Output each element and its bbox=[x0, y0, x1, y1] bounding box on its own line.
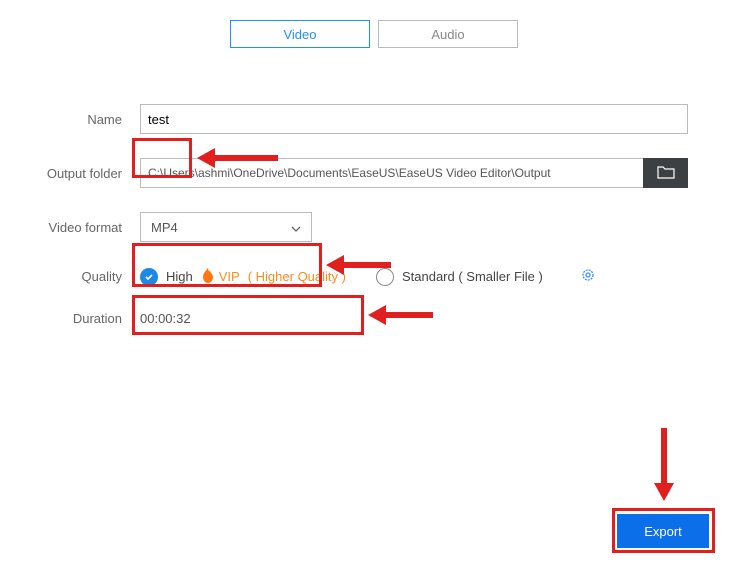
quality-high-text: High bbox=[166, 269, 193, 284]
label-output-folder: Output folder bbox=[0, 166, 122, 181]
row-video-format: Video format MP4 bbox=[0, 212, 733, 242]
name-input[interactable] bbox=[140, 104, 688, 134]
vip-badge: VIP bbox=[219, 269, 240, 284]
quality-settings-button[interactable] bbox=[579, 266, 597, 287]
tab-video[interactable]: Video bbox=[230, 20, 370, 48]
label-name: Name bbox=[0, 112, 122, 127]
duration-value: 00:00:32 bbox=[140, 311, 191, 326]
higher-quality-text: ( Higher Quality ) bbox=[248, 269, 346, 284]
gear-icon bbox=[579, 266, 597, 284]
output-path-input[interactable] bbox=[140, 158, 644, 188]
check-icon bbox=[144, 272, 154, 282]
quality-high-radio[interactable] bbox=[140, 268, 158, 286]
quality-standard-text: Standard ( Smaller File ) bbox=[402, 269, 543, 284]
tab-bar: Video Audio bbox=[230, 20, 733, 48]
folder-icon bbox=[657, 165, 675, 182]
browse-button[interactable] bbox=[643, 158, 688, 188]
flame-icon bbox=[201, 267, 215, 287]
chevron-down-icon bbox=[291, 220, 301, 235]
video-format-select[interactable]: MP4 bbox=[140, 212, 312, 242]
video-format-value: MP4 bbox=[151, 220, 178, 235]
quality-standard-radio[interactable] bbox=[376, 268, 394, 286]
label-duration: Duration bbox=[0, 311, 122, 326]
export-button[interactable]: Export bbox=[617, 514, 709, 548]
label-quality: Quality bbox=[0, 269, 122, 284]
tab-audio[interactable]: Audio bbox=[378, 20, 518, 48]
row-output-folder: Output folder bbox=[0, 158, 733, 188]
row-name: Name bbox=[0, 104, 733, 134]
label-video-format: Video format bbox=[0, 220, 122, 235]
row-duration: Duration 00:00:32 bbox=[0, 311, 733, 326]
row-quality: Quality High VIP ( Higher Quality ) Stan… bbox=[0, 266, 733, 287]
